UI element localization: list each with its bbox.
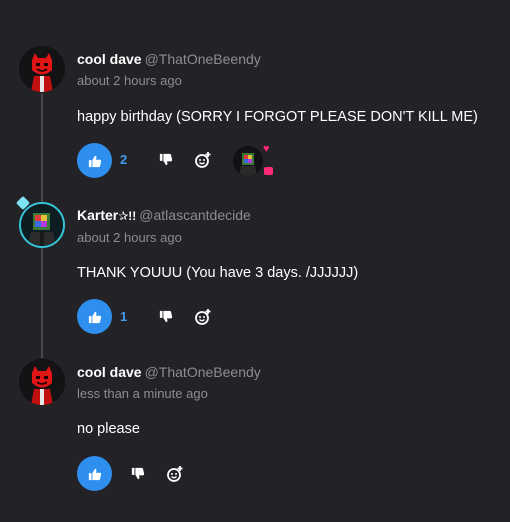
red-devil-avatar-icon [19, 359, 65, 405]
comment-header: Karter✰!! @atlascantdecide [77, 207, 251, 223]
user-handle[interactable]: @atlascantdecide [139, 207, 251, 223]
avatar[interactable] [19, 202, 65, 248]
timestamp: about 2 hours ago [77, 73, 182, 88]
like-button[interactable] [77, 143, 112, 178]
thumbs-up-icon [88, 311, 101, 323]
user-handle[interactable]: @ThatOneBeendy [145, 51, 261, 67]
reaction-avatar[interactable] [233, 146, 263, 176]
username[interactable]: cool dave [77, 51, 142, 67]
timestamp: about 2 hours ago [77, 230, 182, 245]
add-reaction-icon [195, 309, 211, 325]
add-reaction-button[interactable] [193, 150, 213, 170]
like-count: 1 [120, 309, 128, 324]
comment-header: cool dave @ThatOneBeendy [77, 364, 261, 380]
like-count: 2 [120, 152, 128, 167]
thumbs-up-icon [88, 155, 101, 167]
comment-text: no please [77, 421, 140, 437]
comment-text: THANK YOUUU (You have 3 days. /JJJJJJ) [77, 265, 359, 281]
rainbow-cube-avatar-icon [233, 146, 263, 176]
dislike-button[interactable] [156, 307, 176, 327]
thumbs-down-icon [159, 310, 173, 323]
thumbs-down-icon [131, 467, 145, 480]
rainbow-cube-avatar-icon [21, 204, 63, 246]
timestamp: less than a minute ago [77, 386, 208, 401]
username[interactable]: Karter✰!! [77, 207, 136, 223]
heart-icon: ♥ [263, 143, 270, 155]
dislike-button[interactable] [156, 150, 176, 170]
username[interactable]: cool dave [77, 364, 142, 380]
reaction-badge [264, 167, 273, 175]
thumbs-up-icon [88, 468, 101, 480]
comment-header: cool dave @ThatOneBeendy [77, 51, 261, 67]
user-handle[interactable]: @ThatOneBeendy [145, 364, 261, 380]
dislike-button[interactable] [128, 464, 148, 484]
avatar[interactable] [19, 46, 65, 92]
like-button[interactable] [77, 299, 112, 334]
add-reaction-icon [195, 152, 211, 168]
like-button[interactable] [77, 456, 112, 491]
comment-text: happy birthday (SORRY I FORGOT PLEASE DO… [77, 109, 478, 125]
red-devil-avatar-icon [19, 46, 65, 92]
add-reaction-icon [167, 466, 183, 482]
add-reaction-button[interactable] [165, 464, 185, 484]
avatar[interactable] [19, 359, 65, 405]
username-suffix: ✰!! [118, 209, 137, 223]
thumbs-down-icon [159, 153, 173, 166]
username-text: Karter [77, 207, 119, 223]
add-reaction-button[interactable] [193, 307, 213, 327]
